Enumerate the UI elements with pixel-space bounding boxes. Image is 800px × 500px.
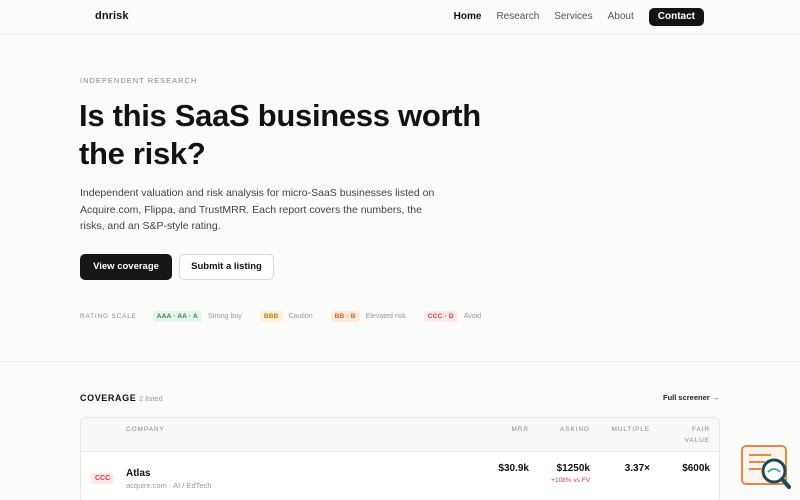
contact-button[interactable]: Contact [648,8,704,26]
asking-vs-fair-value-note: +108% vs FV [551,477,590,484]
full-screener-link[interactable]: Full screener → [663,393,719,402]
column-fair-value-line-1: FAIR [691,426,710,433]
rating-desc-elevated-risk: Elevated risk [365,312,406,320]
nav-link-about[interactable]: About [608,8,634,26]
table-header: COMPANY MRR ASKING MULTIPLE FAIR VALUE [81,418,719,452]
rating-desc-strong-buy: Strong buy [207,312,242,320]
rating-scale-label: RATING SCALE [80,312,137,320]
column-asking[interactable]: ASKING [541,424,590,435]
mrr-value: $30.9k [498,463,529,474]
fair-value: $600k [682,463,710,474]
column-fair-value[interactable]: FAIR VALUE [661,424,710,446]
hero-title-line-2: the risk? [79,136,206,171]
column-mrr[interactable]: MRR [481,424,529,435]
rating-pill-caution: BBB [259,310,283,322]
nav-link-home[interactable]: Home [454,8,482,26]
hero-description: Independent valuation and risk analysis … [80,187,435,232]
rating-pill-avoid: CCC · D [423,310,458,322]
rating-pill-strong-buy: AAA · AA · A [152,310,202,322]
coverage-table: COMPANY MRR ASKING MULTIPLE FAIR VALUE C… [80,417,720,500]
coverage-count: 2 listed [139,394,163,403]
hero-title: Is this SaaS business worth the risk? [79,97,519,173]
coverage-title: COVERAGE [80,393,137,403]
rating-pill-elevated-risk: BB · B [330,310,360,322]
rating-badge: CCC [91,473,115,484]
view-coverage-button[interactable]: View coverage [80,254,172,280]
column-multiple[interactable]: MULTIPLE [596,424,650,435]
search-document-icon[interactable] [741,445,791,491]
section-divider [0,361,800,362]
multiple-value: 3.37× [624,463,650,474]
asking-value: $1250k [556,463,590,474]
submit-listing-button[interactable]: Submit a listing [179,254,274,280]
company-source: acquire.com · AI / EdTech [126,481,212,490]
rating-desc-avoid: Avoid [463,312,482,320]
hero-eyebrow: INDEPENDENT RESEARCH [80,76,198,85]
top-navigation: dnrisk Home Research Services About Cont… [0,0,800,35]
rating-scale: RATING SCALE AAA · AA · A Strong buy BBB… [80,309,499,323]
hero-title-line-1: Is this SaaS business worth [79,98,481,133]
column-fair-value-line-2: VALUE [684,437,710,444]
column-company[interactable]: COMPANY [126,424,165,435]
rating-desc-caution: Caution [288,312,313,320]
nav-link-research[interactable]: Research [496,8,539,26]
nav-links: Home Research Services About Contact [439,8,704,26]
logo[interactable]: dnrisk [95,10,129,22]
table-row[interactable]: CCC Atlas acquire.com · AI / EdTech $30.… [81,453,719,500]
nav-link-services[interactable]: Services [554,8,592,26]
company-name[interactable]: Atlas [126,468,150,479]
